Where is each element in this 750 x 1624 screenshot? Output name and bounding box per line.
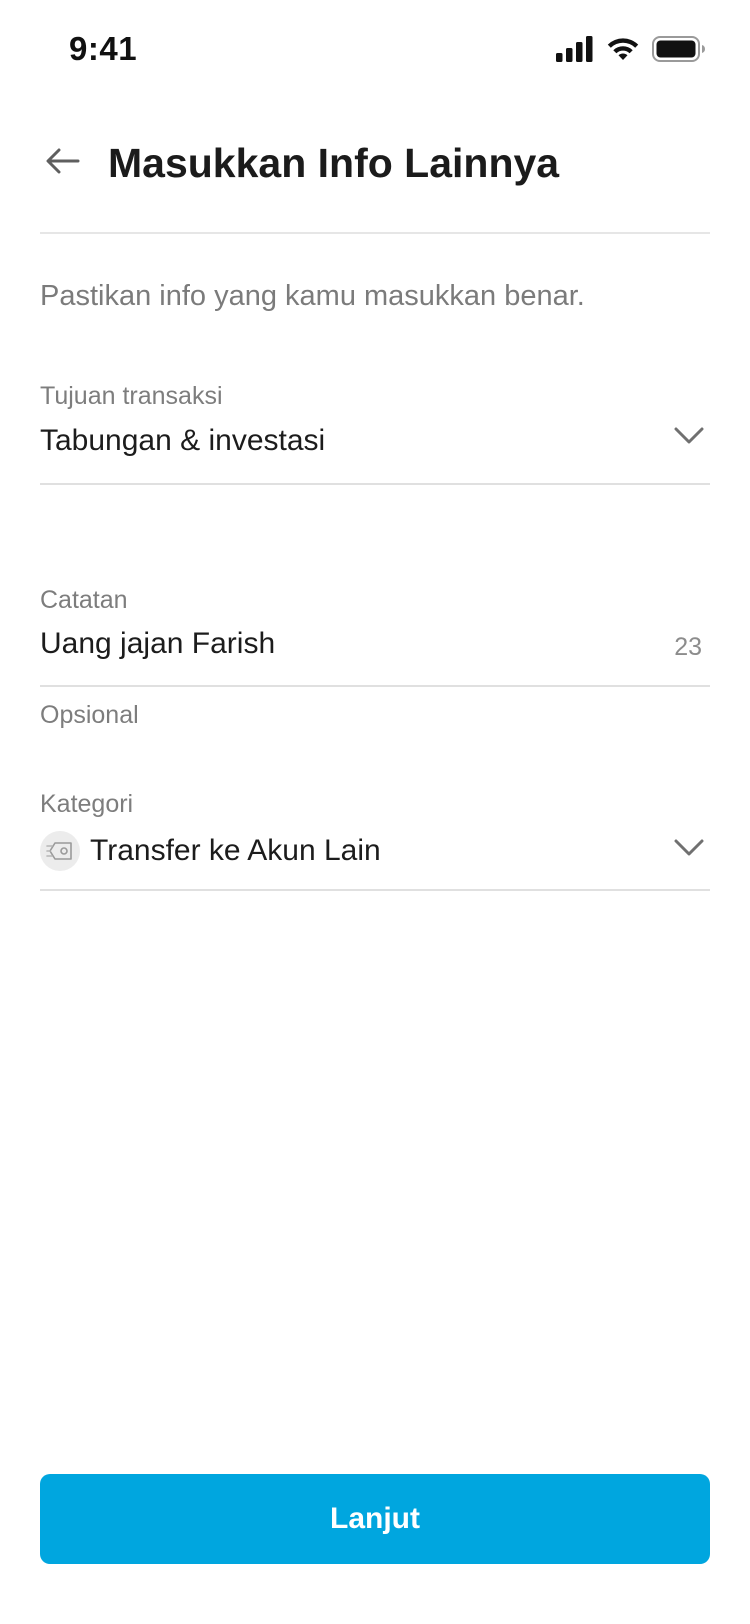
screen: 9:41 Masukkan Info Lainnya Pastikan info… [0,0,750,1624]
note-helper-text: Opsional [40,701,139,729]
subtitle: Pastikan info yang kamu masukkan benar. [40,280,585,312]
header-divider [40,232,710,234]
arrow-left-icon [46,148,80,179]
transfer-tag-icon [40,831,80,871]
chevron-down-icon [674,427,704,450]
purpose-dropdown[interactable]: Tabungan & investasi [40,389,710,485]
page-title: Masukkan Info Lainnya [108,140,560,186]
note-input[interactable]: Uang jajan Farish 23 [40,593,710,687]
status-icons [556,36,706,67]
note-value: Uang jajan Farish [40,627,276,660]
status-bar: 9:41 [0,0,750,100]
wifi-icon [606,36,640,67]
header: Masukkan Info Lainnya [40,130,710,230]
category-dropdown[interactable]: Transfer ke Akun Lain [40,797,710,891]
cellular-signal-icon [556,36,594,67]
purpose-value: Tabungan & investasi [40,424,326,457]
category-value: Transfer ke Akun Lain [90,834,381,867]
chevron-down-icon [674,839,704,862]
back-button[interactable] [40,140,86,186]
continue-button[interactable]: Lanjut [40,1474,710,1564]
status-time: 9:41 [69,30,138,67]
battery-icon [652,36,706,67]
note-char-counter: 23 [674,633,702,661]
purpose-field: Tujuan transaksi Tabungan & investasi [40,382,710,485]
note-field: Catatan Uang jajan Farish 23 Opsional [40,586,710,730]
category-field: Kategori Transfer ke Akun Lain [40,790,710,891]
